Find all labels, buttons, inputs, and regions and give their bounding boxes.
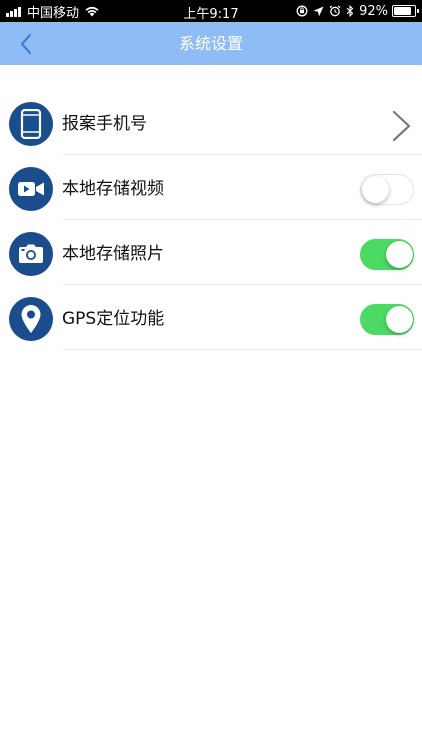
icon-circle xyxy=(9,102,53,146)
toggle-switch[interactable] xyxy=(360,304,414,335)
toggle-knob xyxy=(385,305,413,333)
divider xyxy=(62,349,422,350)
camera-icon xyxy=(19,244,43,263)
setting-label: GPS定位功能 xyxy=(62,309,165,329)
chevron-right-icon[interactable] xyxy=(390,109,414,143)
location-arrow-icon xyxy=(313,6,324,16)
setting-label: 本地存储照片 xyxy=(62,244,164,264)
video-camera-icon xyxy=(18,182,44,196)
signal-icon xyxy=(6,5,22,17)
toggle-knob xyxy=(385,240,413,268)
alarm-icon xyxy=(329,5,341,17)
nav-bar: 系统设置 xyxy=(0,22,422,65)
toggle-knob xyxy=(361,175,389,203)
battery-icon xyxy=(392,5,419,17)
icon-circle xyxy=(9,297,53,341)
status-bar: 中国移动 上午9:17 92% xyxy=(0,0,422,22)
location-pin-icon xyxy=(21,305,41,333)
orientation-lock-icon xyxy=(296,5,308,17)
phone-icon xyxy=(20,109,42,139)
screen: 中国移动 上午9:17 92% 系统设置 报案手机号 本地存储视频 本地存储照片… xyxy=(0,0,422,750)
settings-list: 报案手机号 本地存储视频 本地存储照片 GPS定位功能 xyxy=(0,90,422,350)
status-right: 92% xyxy=(291,3,419,19)
carrier-name: 中国移动 xyxy=(27,5,80,21)
setting-label: 本地存储视频 xyxy=(62,179,164,199)
page-title: 系统设置 xyxy=(178,34,243,53)
battery-percent: 92% xyxy=(359,3,388,19)
setting-row-video[interactable]: 本地存储视频 xyxy=(0,155,422,220)
wifi-icon xyxy=(85,6,99,16)
icon-circle xyxy=(9,167,53,211)
chevron-left-icon xyxy=(20,33,32,55)
setting-label: 报案手机号 xyxy=(62,114,147,134)
setting-row-photo[interactable]: 本地存储照片 xyxy=(0,220,422,285)
toggle-switch[interactable] xyxy=(360,174,414,205)
toggle-switch[interactable] xyxy=(360,239,414,270)
setting-row-phone[interactable]: 报案手机号 xyxy=(0,90,422,155)
bluetooth-icon xyxy=(346,5,354,17)
status-left: 中国移动 xyxy=(6,3,99,21)
setting-row-gps[interactable]: GPS定位功能 xyxy=(0,285,422,350)
back-button[interactable] xyxy=(10,28,42,60)
icon-circle xyxy=(9,232,53,276)
